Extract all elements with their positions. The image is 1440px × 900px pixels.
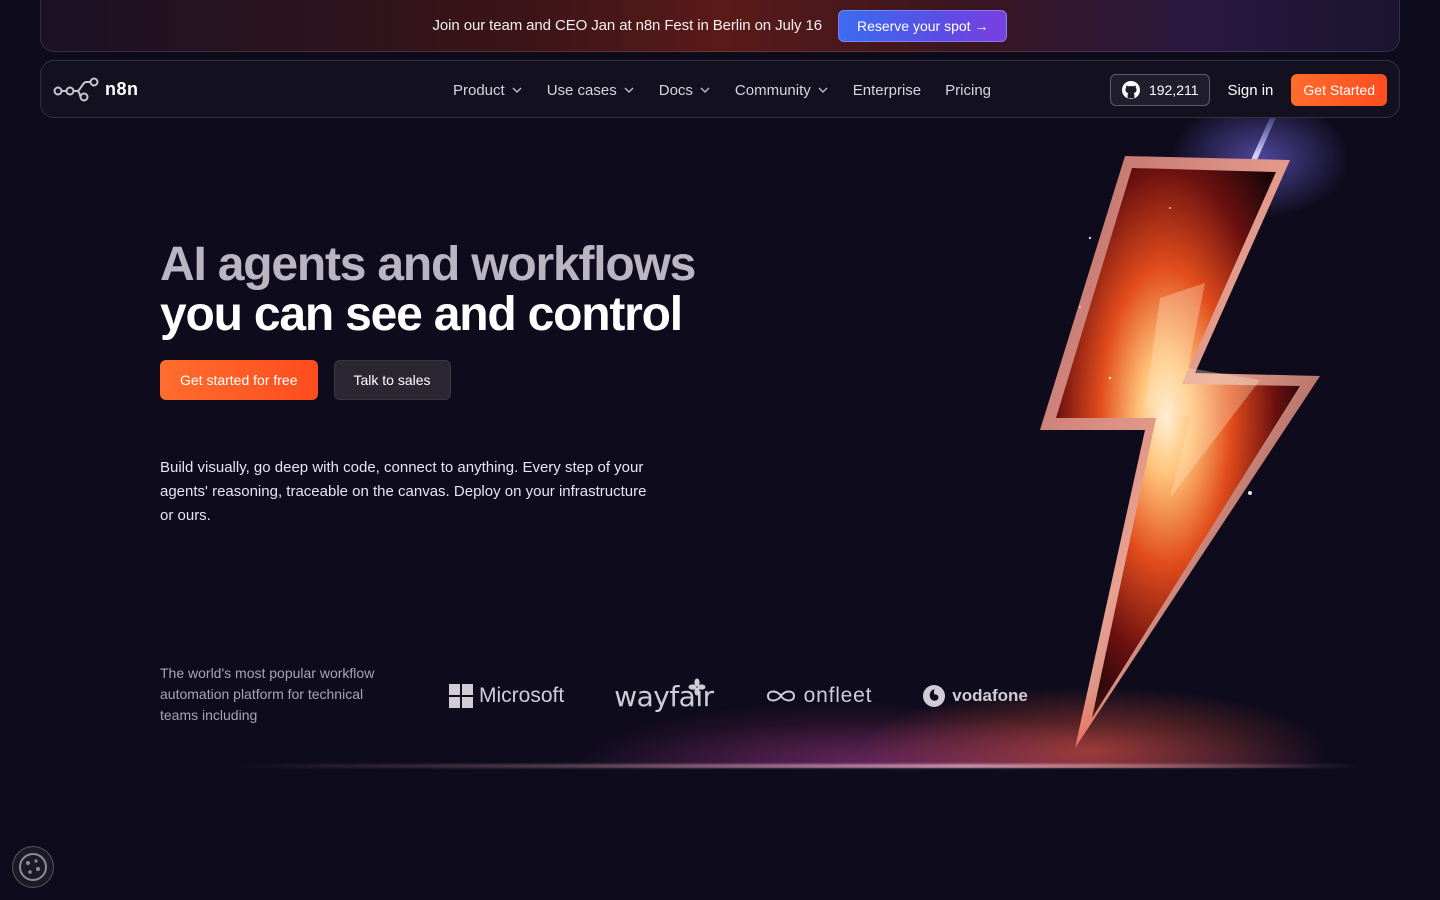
sign-in-link[interactable]: Sign in <box>1228 82 1274 99</box>
banner-text: Join our team and CEO Jan at n8n Fest in… <box>432 17 823 34</box>
microsoft-logo-text: Microsoft <box>479 684 565 707</box>
chevron-down-icon <box>818 87 828 93</box>
n8n-logo[interactable]: n8n <box>53 76 139 102</box>
nav-item-label: Enterprise <box>852 81 922 99</box>
logo-text: n8n <box>105 78 139 99</box>
get-started-button[interactable]: Get Started <box>1291 74 1387 106</box>
cookie-settings-button[interactable] <box>12 846 54 888</box>
nav-item-label: Pricing <box>945 81 992 99</box>
microsoft-logo: Microsoft <box>449 684 564 708</box>
reserve-spot-button[interactable]: Reserve your spot → <box>837 9 1008 42</box>
customer-logos: Microsoft wayfair onfleet vodafone <box>449 672 1028 720</box>
nav-item-pricing[interactable]: Pricing <box>945 82 991 99</box>
chevron-down-icon <box>700 87 710 93</box>
n8n-logo-icon <box>53 77 99 102</box>
github-stars-button[interactable]: 192,211 <box>1109 74 1210 106</box>
vodafone-logo: vodafone <box>922 684 1028 708</box>
floor-reflection <box>220 764 1370 768</box>
microsoft-icon <box>449 684 473 708</box>
onfleet-logo-text: onfleet <box>803 684 873 707</box>
get-started-free-button[interactable]: Get started for free <box>160 360 318 400</box>
nav-menu: Product Use cases Docs Community Enterpr… <box>453 61 991 119</box>
nav-item-use-cases[interactable]: Use cases <box>547 82 635 99</box>
vodafone-logo-text: vodafone <box>952 686 1028 705</box>
main-nav: n8n Product Use cases Docs Community Ent… <box>40 60 1400 118</box>
chevron-down-icon <box>512 87 522 93</box>
nav-item-docs[interactable]: Docs <box>659 82 711 99</box>
nav-item-community[interactable]: Community <box>735 82 829 99</box>
vodafone-icon <box>923 685 946 707</box>
onfleet-infinity-icon <box>766 690 795 702</box>
lightning-bolt-illustration <box>960 98 1380 768</box>
hero-actions: Get started for free Talk to sales <box>160 360 451 400</box>
nav-actions: 192,211 Sign in Get Started <box>1109 61 1387 119</box>
cookie-icon <box>19 853 47 881</box>
nav-item-enterprise[interactable]: Enterprise <box>853 82 921 99</box>
hero-title-line1: AI agents and workflows <box>160 238 696 291</box>
hero-description: Build visually, go deep with code, conne… <box>160 459 647 524</box>
nav-item-product[interactable]: Product <box>453 82 523 99</box>
talk-to-sales-button[interactable]: Talk to sales <box>333 360 451 400</box>
chevron-down-icon <box>624 87 634 93</box>
hero-title-line2: you can see and control <box>160 288 683 341</box>
wayfair-pinwheel-icon <box>688 678 706 695</box>
nav-item-label: Docs <box>658 81 693 99</box>
github-icon <box>1121 81 1140 99</box>
nav-item-label: Community <box>734 81 811 99</box>
announcement-banner: Join our team and CEO Jan at n8n Fest in… <box>40 0 1400 52</box>
nav-item-label: Use cases <box>546 81 617 99</box>
wayfair-logo: wayfair <box>614 678 714 713</box>
hero-title: AI agents and workflows you can see and … <box>160 240 780 340</box>
nav-item-label: Product <box>453 81 505 99</box>
onfleet-logo: onfleet <box>764 684 873 708</box>
social-proof-text: The world's most popular workflow automa… <box>160 665 375 723</box>
github-stars-count: 192,211 <box>1148 82 1199 98</box>
